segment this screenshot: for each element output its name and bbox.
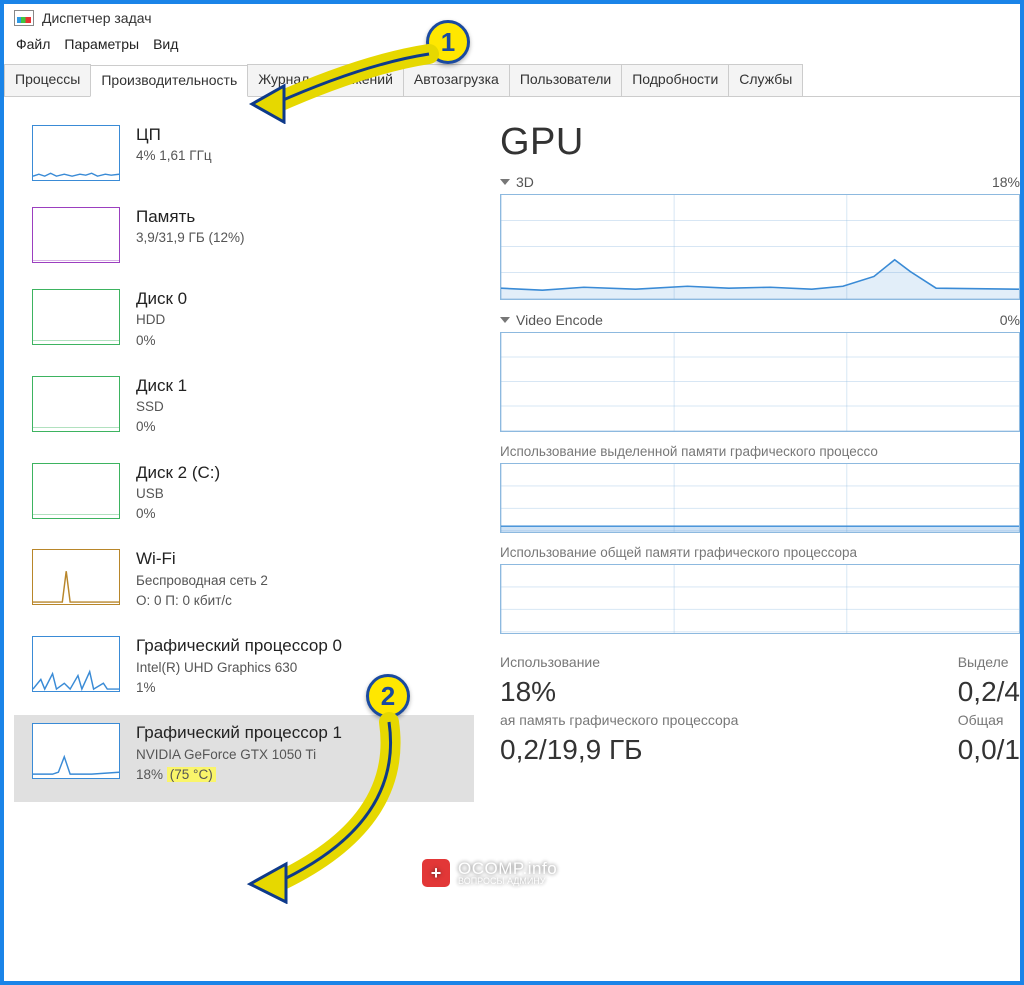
dedicated-mem-label: Использование выделенной памяти графичес…: [500, 444, 1020, 459]
chart-encode: [500, 332, 1020, 432]
chart-3d-block: 3D 18%: [500, 174, 1020, 300]
callout-1: 1: [426, 20, 470, 64]
tab-performance[interactable]: Производительность: [90, 65, 248, 97]
stat-shared-value: 0,2/19,9 ГБ: [500, 734, 738, 766]
watermark: + OCOMP.info ВОПРОСЫ АДМИНУ: [422, 859, 557, 887]
disk0-sub1: HDD: [136, 311, 187, 329]
stat-total-value: 0,0/1: [958, 734, 1020, 766]
stat-use-value: 18%: [500, 676, 600, 708]
task-manager-icon: [14, 10, 34, 26]
gpu1-pct: 18%: [136, 767, 163, 782]
stat-shared-label: ая память графического процессора: [500, 712, 738, 728]
disk0-thumb: [32, 289, 120, 345]
disk0-label: Диск 0: [136, 289, 187, 309]
wifi-thumb: [32, 549, 120, 605]
tab-users[interactable]: Пользователи: [509, 64, 622, 96]
sidebar-item-memory[interactable]: Память 3,9/31,9 ГБ (12%): [26, 199, 474, 281]
performance-sidebar: ЦП 4% 1,61 ГГц Память 3,9/31,9 ГБ (12%) …: [4, 97, 474, 954]
cpu-sub: 4% 1,61 ГГц: [136, 147, 212, 165]
sidebar-item-gpu1[interactable]: Графический процессор 1 NVIDIA GeForce G…: [14, 715, 474, 802]
gpu1-label: Графический процессор 1: [136, 723, 342, 743]
menu-options[interactable]: Параметры: [64, 36, 139, 52]
stats-row1: Использование 18% Выделе 0,2/4: [500, 654, 1020, 708]
chart-3d: [500, 194, 1020, 300]
gpu0-sub2: 1%: [136, 679, 342, 697]
menu-view[interactable]: Вид: [153, 36, 178, 52]
stat-ded-label: Выделе: [958, 654, 1020, 670]
watermark-line1: OCOMP.info: [458, 860, 557, 877]
sidebar-item-cpu[interactable]: ЦП 4% 1,61 ГГц: [26, 117, 474, 199]
plus-icon: +: [422, 859, 450, 887]
disk2-sub1: USB: [136, 485, 220, 503]
gpu1-temperature: (75 °C): [167, 767, 216, 782]
shared-mem-label: Использование общей памяти графического …: [500, 545, 1020, 560]
sidebar-item-wifi[interactable]: Wi-Fi Беспроводная сеть 2 О: 0 П: 0 кбит…: [26, 541, 474, 628]
gpu0-thumb: [32, 636, 120, 692]
disk1-sub1: SSD: [136, 398, 187, 416]
tab-startup[interactable]: Автозагрузка: [403, 64, 510, 96]
disk1-sub2: 0%: [136, 418, 187, 436]
sidebar-item-disk2[interactable]: Диск 2 (C:) USB 0%: [26, 455, 474, 542]
chart-encode-pct: 0%: [1000, 312, 1020, 328]
chart-3d-pct: 18%: [992, 174, 1020, 190]
watermark-line2: ВОПРОСЫ АДМИНУ: [458, 877, 557, 886]
disk1-thumb: [32, 376, 120, 432]
disk1-label: Диск 1: [136, 376, 187, 396]
wifi-label: Wi-Fi: [136, 549, 268, 569]
cpu-label: ЦП: [136, 125, 212, 145]
gpu0-label: Графический процессор 0: [136, 636, 342, 656]
gpu1-sub1: NVIDIA GeForce GTX 1050 Ti: [136, 746, 342, 764]
gpu1-thumb: [32, 723, 120, 779]
menu-file[interactable]: Файл: [16, 36, 50, 52]
chart-shared-memory: [500, 564, 1020, 634]
stat-ded-value: 0,2/4: [958, 676, 1020, 708]
detail-title: GPU: [500, 121, 1020, 164]
disk2-thumb: [32, 463, 120, 519]
tab-bar: Процессы Производительность Журнал прило…: [4, 64, 1020, 97]
gpu1-sub2: 18% (75 °C): [136, 766, 342, 784]
gpu0-sub1: Intel(R) UHD Graphics 630: [136, 659, 342, 677]
titlebar: Диспетчер задач: [4, 4, 1020, 32]
memory-thumb: [32, 207, 120, 263]
stat-use-label: Использование: [500, 654, 600, 670]
detail-pane: GPU 3D 18% Video Encode 0%: [474, 97, 1020, 954]
memory-sub: 3,9/31,9 ГБ (12%): [136, 229, 244, 247]
task-manager-window: Диспетчер задач Файл Параметры Вид Проце…: [0, 0, 1024, 985]
tab-apps[interactable]: Журнал приложений: [247, 64, 404, 96]
disk2-label: Диск 2 (C:): [136, 463, 220, 483]
sidebar-item-disk1[interactable]: Диск 1 SSD 0%: [26, 368, 474, 455]
window-title: Диспетчер задач: [42, 10, 152, 26]
stats-row2: ая память графического процессора 0,2/19…: [500, 712, 1020, 766]
chart-encode-block: Video Encode 0%: [500, 312, 1020, 432]
sidebar-item-disk0[interactable]: Диск 0 HDD 0%: [26, 281, 474, 368]
content-area: ЦП 4% 1,61 ГГц Память 3,9/31,9 ГБ (12%) …: [4, 97, 1020, 954]
chart-3d-label[interactable]: 3D: [500, 174, 534, 190]
chart-encode-label[interactable]: Video Encode: [500, 312, 603, 328]
memory-label: Память: [136, 207, 244, 227]
disk0-sub2: 0%: [136, 332, 187, 350]
disk2-sub2: 0%: [136, 505, 220, 523]
cpu-thumb: [32, 125, 120, 181]
tab-processes[interactable]: Процессы: [4, 64, 91, 96]
callout-2: 2: [366, 674, 410, 718]
chart-dedicated-memory: [500, 463, 1020, 533]
wifi-sub1: Беспроводная сеть 2: [136, 572, 268, 590]
menu-bar: Файл Параметры Вид: [4, 32, 1020, 60]
wifi-sub2: О: 0 П: 0 кбит/с: [136, 592, 268, 610]
stat-total-label: Общая: [958, 712, 1020, 728]
tab-details[interactable]: Подробности: [621, 64, 729, 96]
tab-services[interactable]: Службы: [728, 64, 803, 96]
